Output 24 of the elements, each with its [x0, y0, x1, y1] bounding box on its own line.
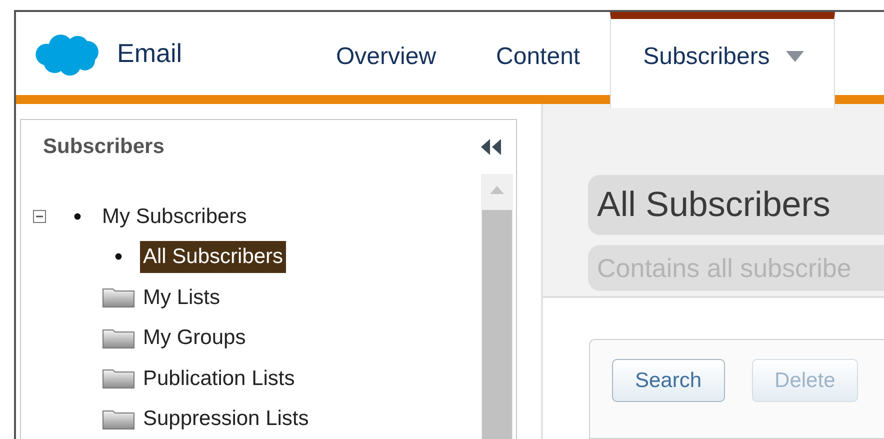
tree-item[interactable]: My Lists — [140, 282, 224, 313]
toolbar-button[interactable]: Search — [612, 359, 725, 402]
nav-tab[interactable]: Overview — [306, 12, 466, 95]
nav-tab[interactable]: Subscribers — [610, 12, 835, 108]
dropdown-caret-icon[interactable] — [786, 51, 804, 62]
app-name: Email — [117, 37, 182, 70]
bullet-icon — [115, 253, 122, 260]
tree-item[interactable]: Publication Lists — [140, 362, 298, 394]
folder-icon — [102, 286, 135, 308]
collapse-icon[interactable] — [480, 138, 502, 156]
tree-item[interactable]: My Subscribers — [99, 200, 250, 232]
title-field[interactable]: All Subscribers — [588, 175, 884, 235]
folder-icon — [102, 408, 135, 430]
collapse-toggle-icon[interactable] — [33, 210, 46, 223]
folder-icon — [102, 326, 135, 349]
tree-item[interactable]: My Groups — [140, 322, 249, 354]
nav-tab[interactable]: Content — [466, 12, 610, 95]
panel-title: Subscribers — [43, 134, 164, 160]
scrollbar[interactable] — [481, 174, 513, 439]
tree-item[interactable]: Suppression Lists — [140, 403, 312, 434]
folder-icon — [102, 367, 135, 390]
scroll-thumb[interactable] — [482, 210, 512, 439]
tree-item[interactable]: All Subscribers — [140, 241, 286, 272]
bullet-icon — [74, 212, 80, 220]
